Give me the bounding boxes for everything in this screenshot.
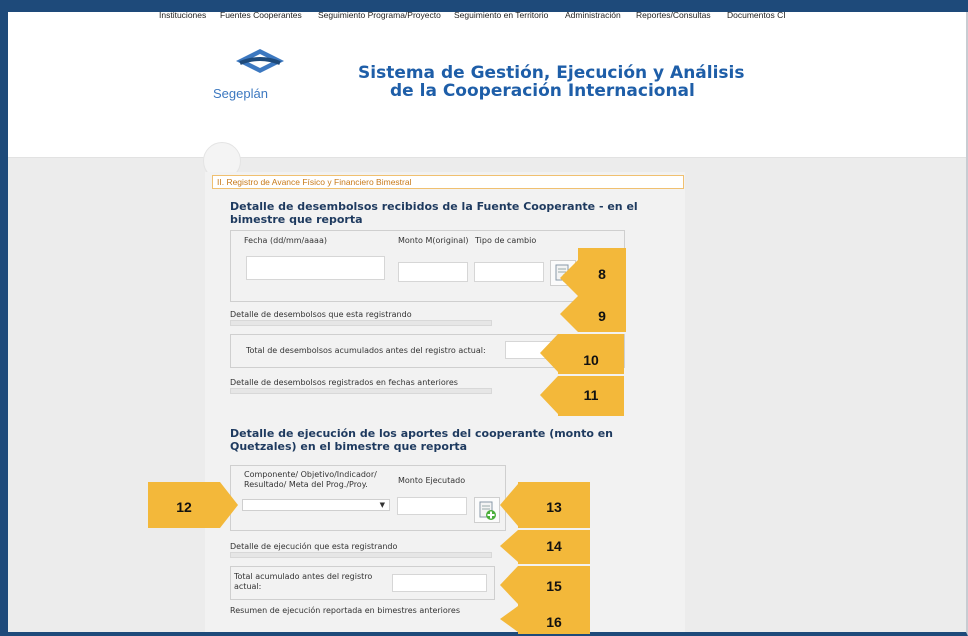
callout-14: 14 (518, 530, 590, 564)
callout-arrows (220, 260, 578, 632)
callout-13: 13 (518, 482, 590, 528)
callout-12: 12 (148, 482, 220, 528)
callout-8: 8 (578, 248, 626, 296)
callout-15: 15 (518, 566, 590, 606)
callout-11: 11 (558, 376, 624, 416)
callout-10: 10 (558, 334, 624, 374)
callout-9: 9 (578, 296, 626, 332)
callout-16: 16 (518, 606, 590, 634)
